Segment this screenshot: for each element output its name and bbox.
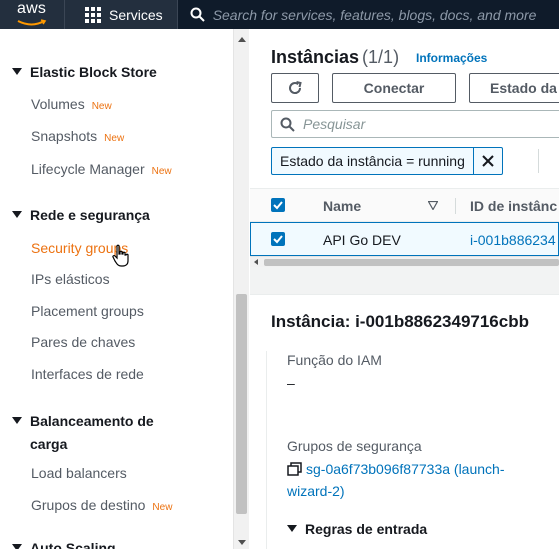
inbound-rules-toggle[interactable]: Regras de entrada [287, 521, 427, 537]
aws-smile-icon [17, 19, 47, 26]
cell-instance-id[interactable]: i-001b886234 [470, 232, 556, 248]
sidebar-item-label: Pares de chaves [31, 334, 136, 350]
caret-down-icon [12, 68, 22, 75]
table-scroll-thumb[interactable] [264, 259, 559, 266]
caret-down-icon [287, 525, 297, 532]
new-badge: New [151, 166, 172, 177]
remove-filter-button[interactable] [474, 148, 502, 174]
sidebar-item-label: Grupos de destino [31, 497, 146, 513]
services-label: Services [109, 6, 163, 23]
checkmark-icon [273, 201, 283, 210]
table-row[interactable]: API Go DEV i-001b886234 [250, 222, 559, 256]
table-horizontal-scrollbar[interactable] [250, 256, 559, 267]
copy-icon[interactable] [287, 462, 302, 476]
checkmark-icon [273, 235, 283, 244]
sidebar-item-label: Load balancers [31, 465, 127, 481]
security-group-link[interactable]: sg-0a6f73b096f87733a (launch-wizard-2) [287, 458, 547, 502]
column-header-name[interactable]: Name [323, 198, 361, 214]
sidebar-scrollbar[interactable] [233, 29, 249, 549]
divider [266, 351, 267, 549]
close-icon [482, 155, 494, 167]
column-separator[interactable] [455, 198, 456, 214]
search-icon [280, 117, 295, 132]
iam-role-label: Função do IAM [287, 352, 382, 368]
sidebar-item-target-groups[interactable]: Grupos de destino New [31, 497, 172, 513]
instance-detail-panel: Instância: i-001b8862349716cbb Função do… [250, 294, 559, 549]
column-header-instance-id[interactable]: ID de instânc [470, 198, 557, 214]
instance-state-button[interactable]: Estado da in [469, 73, 559, 103]
sidebar-section-label-line2: carga [30, 436, 68, 452]
iam-role-value: – [287, 375, 295, 391]
sidebar-section-ebs[interactable]: Elastic Block Store [12, 64, 157, 80]
security-group-link-text: sg-0a6f73b096f87733a (launch-wizard-2) [287, 461, 505, 499]
instance-detail-title: Instância: i-001b8862349716cbb [271, 312, 529, 331]
global-search-input[interactable]: Search for services, features, blogs, do… [177, 0, 559, 29]
sidebar-section-load-balancing[interactable]: Balanceamento de carga [12, 410, 154, 456]
sidebar-item-load-balancers[interactable]: Load balancers [31, 465, 127, 481]
divider [538, 149, 539, 173]
sidebar-item-label: Placement groups [31, 303, 144, 319]
search-icon [190, 7, 205, 22]
sidebar-section-label: Rede e segurança [30, 207, 150, 223]
sidebar-scroll-thumb[interactable] [236, 294, 247, 514]
sidebar-item-network-interfaces[interactable]: Interfaces de rede [31, 366, 144, 382]
table-header: Name ID de instânc [250, 188, 559, 222]
sidebar-item-label: Snapshots [31, 128, 98, 144]
scroll-down-arrow-icon[interactable] [238, 540, 246, 545]
sidebar-section-label: Auto Scaling [30, 540, 116, 549]
instances-search-input[interactable]: Pesquisar [271, 110, 559, 138]
new-badge: New [152, 502, 173, 513]
instances-search-placeholder: Pesquisar [303, 116, 366, 132]
top-navigation-bar: aws Services Search for services, featur… [0, 0, 559, 29]
aws-logo[interactable]: aws [0, 0, 64, 29]
sidebar-section-network-security[interactable]: Rede e segurança [12, 207, 150, 223]
aws-logo-text: aws [17, 0, 47, 17]
sidebar-item-key-pairs[interactable]: Pares de chaves [31, 334, 135, 350]
sidebar-item-snapshots[interactable]: Snapshots New [31, 128, 124, 144]
sidebar-navigation: Elastic Block Store Volumes New Snapshots… [0, 29, 232, 549]
connect-button[interactable]: Conectar [332, 73, 456, 103]
instances-panel: Instâncias (1/1) Informações Conectar Est… [250, 29, 559, 267]
sidebar-item-elastic-ips[interactable]: IPs elásticos [31, 271, 110, 287]
filter-sort-icon[interactable] [428, 201, 438, 210]
select-all-checkbox[interactable] [271, 198, 285, 212]
instances-title: Instâncias (1/1) [271, 47, 399, 68]
instances-count: (1/1) [362, 47, 400, 67]
refresh-button[interactable] [271, 73, 319, 103]
main-content: Instâncias (1/1) Informações Conectar Est… [250, 29, 559, 549]
sidebar-section-label: Balanceamento de [30, 413, 154, 429]
security-groups-label: Grupos de segurança [287, 438, 422, 454]
inbound-rules-label: Regras de entrada [305, 521, 428, 537]
caret-down-icon [12, 417, 22, 424]
hand-pointer-cursor-icon [112, 244, 129, 267]
scroll-left-arrow-icon[interactable] [254, 259, 258, 265]
caret-down-icon [12, 544, 22, 549]
sidebar-item-lifecycle-manager[interactable]: Lifecycle Manager New [31, 161, 172, 177]
cell-instance-name: API Go DEV [323, 232, 401, 248]
sidebar-item-label: Interfaces de rede [31, 366, 144, 382]
info-link[interactable]: Informações [416, 51, 487, 65]
scroll-up-arrow-icon[interactable] [238, 37, 246, 42]
sidebar-item-volumes[interactable]: Volumes New [31, 96, 112, 112]
filter-token: Estado da instância = running [271, 147, 503, 175]
sidebar-item-label: IPs elásticos [31, 271, 110, 287]
row-checkbox[interactable] [271, 232, 285, 246]
grid-icon [85, 6, 101, 23]
sidebar-item-placement-groups[interactable]: Placement groups [31, 303, 144, 319]
sidebar-item-label: Lifecycle Manager [31, 161, 145, 177]
services-menu-button[interactable]: Services [64, 0, 178, 29]
new-badge: New [91, 101, 112, 112]
sidebar-item-label: Volumes [31, 96, 85, 112]
instances-title-text: Instâncias [271, 47, 360, 67]
global-search-placeholder: Search for services, features, blogs, do… [212, 6, 537, 23]
sidebar-section-label: Elastic Block Store [30, 64, 157, 80]
caret-down-icon [12, 211, 22, 218]
new-badge: New [104, 133, 125, 144]
filter-token-label: Estado da instância = running [272, 148, 474, 174]
sidebar-section-auto-scaling[interactable]: Auto Scaling [12, 540, 116, 549]
refresh-icon [289, 81, 302, 94]
